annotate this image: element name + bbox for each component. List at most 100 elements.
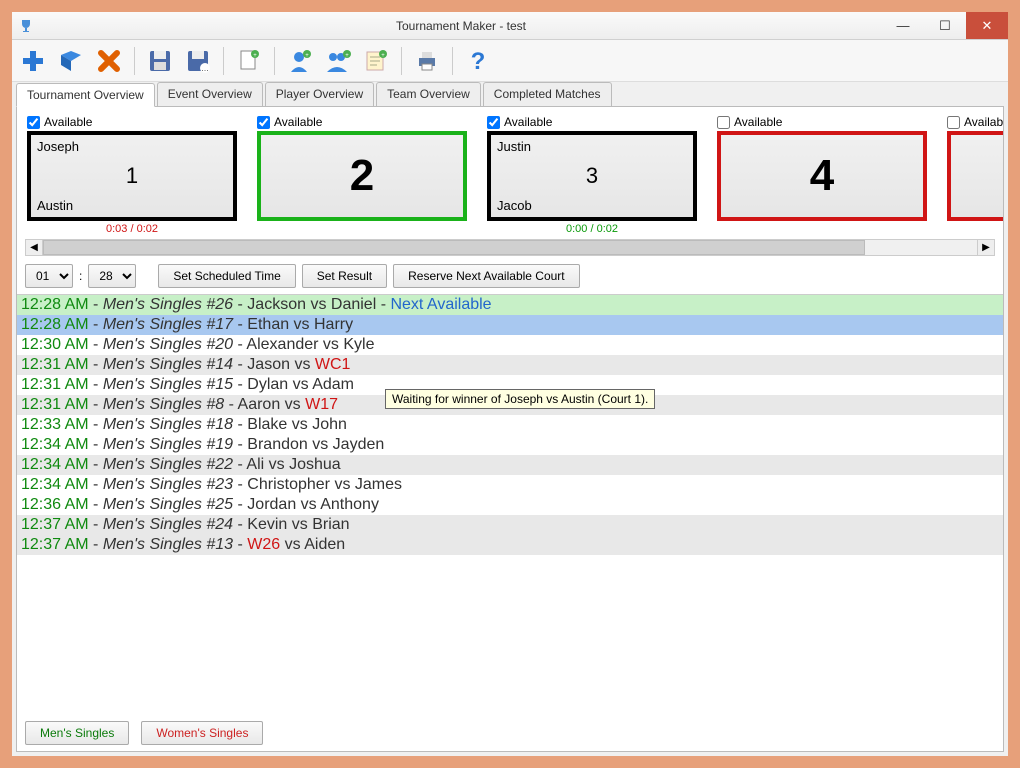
match-event: Men's Singles #22 bbox=[103, 456, 233, 473]
match-time: 12:30 AM bbox=[21, 336, 89, 353]
match-row[interactable]: 12:36 AM - Men's Singles #25 - Jordan vs… bbox=[17, 495, 1003, 515]
add-player-icon[interactable]: + bbox=[285, 46, 315, 76]
match-row[interactable]: 12:34 AM - Men's Singles #19 - Brandon v… bbox=[17, 435, 1003, 455]
court-timer: 0:03 / 0:02 bbox=[27, 223, 237, 235]
tab-event-overview[interactable]: Event Overview bbox=[157, 82, 263, 106]
match-time: 12:36 AM bbox=[21, 496, 89, 513]
court-available-label[interactable]: Available bbox=[257, 115, 467, 129]
court-bottom-player: Jacob bbox=[497, 198, 687, 213]
court-available-checkbox[interactable] bbox=[717, 116, 730, 129]
add-team-icon[interactable]: + bbox=[323, 46, 353, 76]
match-next-available: Next Available bbox=[390, 296, 491, 313]
court-box[interactable]: 4 bbox=[717, 131, 927, 221]
save-as-icon[interactable]: … bbox=[183, 46, 213, 76]
minute-select[interactable]: 28 bbox=[88, 264, 136, 288]
match-time: 12:37 AM bbox=[21, 516, 89, 533]
match-time: 12:34 AM bbox=[21, 436, 89, 453]
footer-buttons: Men's Singles Women's Singles bbox=[17, 715, 1003, 751]
match-wcode: WC1 bbox=[315, 356, 351, 373]
match-time: 12:34 AM bbox=[21, 476, 89, 493]
notes-icon[interactable]: + bbox=[361, 46, 391, 76]
close-button[interactable]: ✕ bbox=[966, 12, 1008, 39]
courts-scrollbar[interactable]: ◀ ▶ bbox=[25, 239, 995, 256]
match-event: Men's Singles #19 bbox=[103, 436, 233, 453]
match-list[interactable]: 12:28 AM - Men's Singles #26 - Jackson v… bbox=[17, 294, 1003, 715]
minimize-button[interactable]: — bbox=[882, 12, 924, 39]
tab-player-overview[interactable]: Player Overview bbox=[265, 82, 374, 106]
womens-singles-button[interactable]: Women's Singles bbox=[141, 721, 263, 745]
new-icon[interactable] bbox=[18, 46, 48, 76]
court-box[interactable] bbox=[947, 131, 1003, 221]
match-time: 12:34 AM bbox=[21, 456, 89, 473]
set-result-button[interactable]: Set Result bbox=[302, 264, 387, 288]
maximize-button[interactable]: ☐ bbox=[924, 12, 966, 39]
match-row[interactable]: 12:34 AM - Men's Singles #22 - Ali vs Jo… bbox=[17, 455, 1003, 475]
court-available-label[interactable]: Available bbox=[717, 115, 927, 129]
new-doc-icon[interactable]: + bbox=[234, 46, 264, 76]
court-3: Available Justin3Jacob 0:00 / 0:02 bbox=[487, 115, 697, 235]
print-icon[interactable] bbox=[412, 46, 442, 76]
match-row[interactable]: 12:33 AM - Men's Singles #18 - Blake vs … bbox=[17, 415, 1003, 435]
court-available-label[interactable]: Available bbox=[487, 115, 697, 129]
court-available-label[interactable]: Available bbox=[27, 115, 237, 129]
court-available-checkbox[interactable] bbox=[487, 116, 500, 129]
help-icon[interactable]: ? bbox=[463, 46, 493, 76]
match-event: Men's Singles #26 bbox=[103, 296, 233, 313]
scroll-left-arrow[interactable]: ◀ bbox=[26, 240, 43, 255]
court-box[interactable]: Justin3Jacob bbox=[487, 131, 697, 221]
set-scheduled-button[interactable]: Set Scheduled Time bbox=[158, 264, 295, 288]
scroll-right-arrow[interactable]: ▶ bbox=[977, 240, 994, 255]
match-row[interactable]: 12:28 AM - Men's Singles #26 - Jackson v… bbox=[17, 295, 1003, 315]
save-icon[interactable] bbox=[145, 46, 175, 76]
scroll-track[interactable] bbox=[43, 240, 977, 255]
court-available-checkbox[interactable] bbox=[27, 116, 40, 129]
hour-select[interactable]: 01 bbox=[25, 264, 73, 288]
match-event: Men's Singles #8 bbox=[103, 396, 224, 413]
court-available-checkbox[interactable] bbox=[257, 116, 270, 129]
svg-text:+: + bbox=[381, 53, 385, 59]
court-available-label[interactable]: Available bbox=[947, 115, 1003, 129]
controls-row: 01 : 28 Set Scheduled Time Set Result Re… bbox=[17, 262, 1003, 294]
match-time: 12:31 AM bbox=[21, 396, 89, 413]
mens-singles-button[interactable]: Men's Singles bbox=[25, 721, 129, 745]
court-box[interactable]: 2 bbox=[257, 131, 467, 221]
match-time: 12:33 AM bbox=[21, 416, 89, 433]
courts-row: AvailableJoseph1Austin0:03 / 0:02Availab… bbox=[17, 107, 1003, 237]
court-bottom-player: Austin bbox=[37, 198, 227, 213]
match-row[interactable]: 12:37 AM - Men's Singles #24 - Kevin vs … bbox=[17, 515, 1003, 535]
match-time: 12:31 AM bbox=[21, 376, 89, 393]
delete-icon[interactable] bbox=[94, 46, 124, 76]
match-row[interactable]: 12:30 AM - Men's Singles #20 - Alexander… bbox=[17, 335, 1003, 355]
match-row[interactable]: 12:31 AM - Men's Singles #14 - Jason vs … bbox=[17, 355, 1003, 375]
match-event: Men's Singles #25 bbox=[103, 496, 233, 513]
court-number: 4 bbox=[810, 151, 834, 201]
reserve-court-button[interactable]: Reserve Next Available Court bbox=[393, 264, 580, 288]
match-row[interactable]: 12:34 AM - Men's Singles #23 - Christoph… bbox=[17, 475, 1003, 495]
match-players: Jason vs bbox=[247, 356, 315, 373]
court-1: Available Joseph1Austin 0:03 / 0:02 bbox=[27, 115, 237, 235]
match-wcode: W17 bbox=[305, 396, 338, 413]
court-top-player: Justin bbox=[497, 139, 687, 154]
match-row[interactable]: 12:28 AM - Men's Singles #17 - Ethan vs … bbox=[17, 315, 1003, 335]
app-icon bbox=[18, 18, 34, 34]
tab-completed-matches[interactable]: Completed Matches bbox=[483, 82, 612, 106]
scroll-thumb[interactable] bbox=[43, 240, 865, 255]
court-timer: 0:00 / 0:02 bbox=[487, 223, 697, 235]
match-time: 12:31 AM bbox=[21, 356, 89, 373]
court-5: Available bbox=[947, 115, 1003, 235]
tab-team-overview[interactable]: Team Overview bbox=[376, 82, 481, 106]
court-top-player: Joseph bbox=[37, 139, 227, 154]
match-event: Men's Singles #14 bbox=[103, 356, 233, 373]
court-box[interactable]: Joseph1Austin bbox=[27, 131, 237, 221]
court-number: 2 bbox=[350, 151, 374, 201]
court-available-checkbox[interactable] bbox=[947, 116, 960, 129]
match-row[interactable]: 12:37 AM - Men's Singles #13 - W26 vs Ai… bbox=[17, 535, 1003, 555]
court-2: Available 2 bbox=[257, 115, 467, 235]
open-icon[interactable] bbox=[56, 46, 86, 76]
match-players: Aaron vs bbox=[238, 396, 306, 413]
svg-text:…: … bbox=[201, 64, 209, 73]
match-players: Kevin vs Brian bbox=[247, 516, 349, 533]
window-title: Tournament Maker - test bbox=[40, 19, 882, 33]
court-timer bbox=[717, 223, 927, 235]
tab-tournament-overview[interactable]: Tournament Overview bbox=[16, 83, 155, 107]
